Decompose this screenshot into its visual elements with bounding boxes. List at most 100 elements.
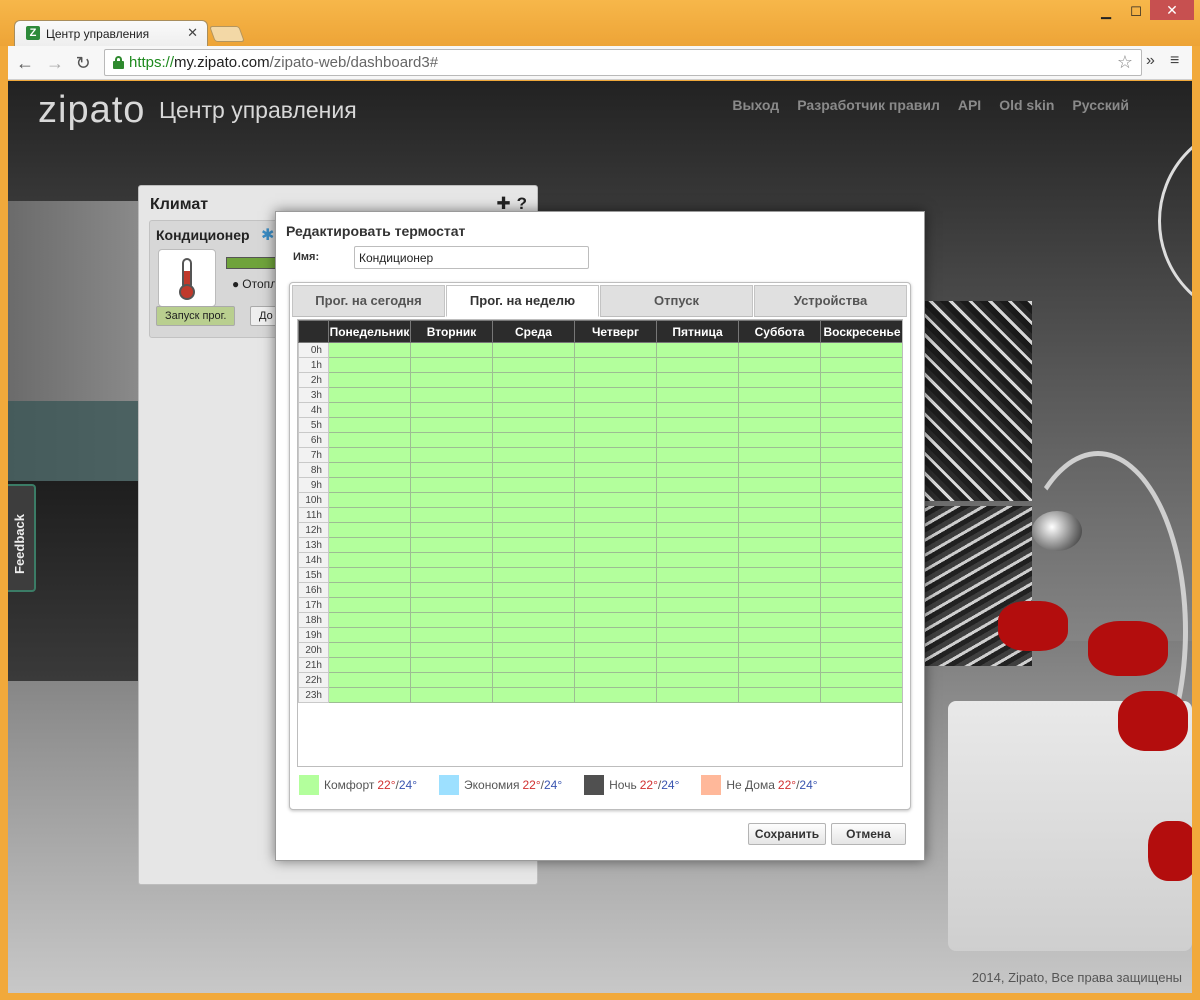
schedule-cell[interactable]: [328, 552, 411, 568]
schedule-cell[interactable]: [574, 402, 657, 418]
extensions-chevron-icon[interactable]: »: [1146, 52, 1155, 70]
schedule-cell[interactable]: [820, 642, 902, 658]
schedule-cell[interactable]: [820, 507, 902, 523]
menu-icon[interactable]: ≡: [1170, 52, 1179, 70]
schedule-cell[interactable]: [738, 372, 821, 388]
schedule-cell[interactable]: [574, 672, 657, 688]
schedule-cell[interactable]: [492, 342, 575, 358]
schedule-cell[interactable]: [656, 672, 739, 688]
schedule-cell[interactable]: [738, 672, 821, 688]
schedule-cell[interactable]: [656, 537, 739, 553]
schedule-cell[interactable]: [738, 462, 821, 478]
schedule-cell[interactable]: [410, 417, 493, 433]
schedule-cell[interactable]: [574, 657, 657, 673]
schedule-cell[interactable]: [410, 507, 493, 523]
schedule-cell[interactable]: [820, 372, 902, 388]
schedule-cell[interactable]: [574, 417, 657, 433]
schedule-cell[interactable]: [410, 672, 493, 688]
schedule-cell[interactable]: [410, 342, 493, 358]
schedule-cell[interactable]: [738, 402, 821, 418]
schedule-cell[interactable]: [328, 462, 411, 478]
schedule-cell[interactable]: [820, 447, 902, 463]
schedule-cell[interactable]: [328, 402, 411, 418]
schedule-cell[interactable]: [492, 552, 575, 568]
schedule-cell[interactable]: [820, 582, 902, 598]
schedule-cell[interactable]: [656, 567, 739, 583]
schedule-cell[interactable]: [410, 552, 493, 568]
schedule-cell[interactable]: [656, 387, 739, 403]
schedule-cell[interactable]: [738, 612, 821, 628]
tab-close-icon[interactable]: ✕: [187, 25, 198, 41]
schedule-cell[interactable]: [738, 642, 821, 658]
run-program-button[interactable]: Запуск прог.: [156, 306, 236, 326]
schedule-cell[interactable]: [656, 642, 739, 658]
schedule-cell[interactable]: [820, 477, 902, 493]
reload-icon[interactable]: ↻: [72, 52, 94, 74]
schedule-cell[interactable]: [738, 537, 821, 553]
schedule-cell[interactable]: [328, 507, 411, 523]
schedule-cell[interactable]: [492, 462, 575, 478]
schedule-cell[interactable]: [820, 552, 902, 568]
schedule-cell[interactable]: [656, 612, 739, 628]
schedule-cell[interactable]: [738, 417, 821, 433]
schedule-cell[interactable]: [410, 612, 493, 628]
schedule-cell[interactable]: [492, 597, 575, 613]
schedule-cell[interactable]: [328, 387, 411, 403]
schedule-cell[interactable]: [574, 372, 657, 388]
bookmark-star-icon[interactable]: ☆: [1117, 52, 1133, 73]
schedule-cell[interactable]: [820, 432, 902, 448]
schedule-cell[interactable]: [738, 507, 821, 523]
schedule-cell[interactable]: [410, 657, 493, 673]
schedule-cell[interactable]: [574, 462, 657, 478]
schedule-cell[interactable]: [574, 567, 657, 583]
schedule-cell[interactable]: [492, 492, 575, 508]
schedule-cell[interactable]: [820, 567, 902, 583]
schedule-cell[interactable]: [410, 432, 493, 448]
schedule-cell[interactable]: [738, 447, 821, 463]
address-bar[interactable]: https://my.zipato.com/zipato-web/dashboa…: [104, 49, 1142, 76]
schedule-cell[interactable]: [574, 612, 657, 628]
schedule-cell[interactable]: [410, 522, 493, 538]
schedule-cell[interactable]: [820, 597, 902, 613]
schedule-cell[interactable]: [738, 432, 821, 448]
schedule-cell[interactable]: [656, 522, 739, 538]
schedule-cell[interactable]: [656, 507, 739, 523]
schedule-cell[interactable]: [738, 357, 821, 373]
schedule-cell[interactable]: [328, 342, 411, 358]
schedule-cell[interactable]: [492, 657, 575, 673]
browser-tab[interactable]: Z Центр управления ✕: [14, 20, 208, 46]
maximize-icon[interactable]: ☐: [1122, 4, 1150, 20]
schedule-cell[interactable]: [574, 582, 657, 598]
schedule-cell[interactable]: [820, 612, 902, 628]
schedule-cell[interactable]: [328, 582, 411, 598]
schedule-cell[interactable]: [574, 537, 657, 553]
schedule-cell[interactable]: [656, 432, 739, 448]
schedule-cell[interactable]: [492, 687, 575, 703]
schedule-cell[interactable]: [410, 567, 493, 583]
schedule-cell[interactable]: [738, 567, 821, 583]
name-field[interactable]: [354, 246, 589, 269]
schedule-cell[interactable]: [574, 432, 657, 448]
schedule-cell[interactable]: [410, 687, 493, 703]
schedule-cell[interactable]: [574, 492, 657, 508]
schedule-cell[interactable]: [820, 492, 902, 508]
schedule-cell[interactable]: [820, 357, 902, 373]
schedule-cell[interactable]: [328, 372, 411, 388]
schedule-cell[interactable]: [820, 402, 902, 418]
schedule-cell[interactable]: [410, 537, 493, 553]
schedule-cell[interactable]: [820, 522, 902, 538]
schedule-cell[interactable]: [492, 402, 575, 418]
schedule-cell[interactable]: [328, 477, 411, 493]
schedule-cell[interactable]: [656, 477, 739, 493]
schedule-cell[interactable]: [820, 342, 902, 358]
schedule-cell[interactable]: [656, 552, 739, 568]
schedule-cell[interactable]: [410, 387, 493, 403]
schedule-cell[interactable]: [574, 387, 657, 403]
schedule-cell[interactable]: [328, 627, 411, 643]
schedule-cell[interactable]: [738, 597, 821, 613]
rule-developer-link[interactable]: Разработчик правил: [797, 97, 940, 113]
old-skin-link[interactable]: Old skin: [999, 97, 1054, 113]
forward-arrow-icon[interactable]: →: [44, 52, 66, 74]
schedule-cell[interactable]: [574, 687, 657, 703]
schedule-cell[interactable]: [574, 627, 657, 643]
